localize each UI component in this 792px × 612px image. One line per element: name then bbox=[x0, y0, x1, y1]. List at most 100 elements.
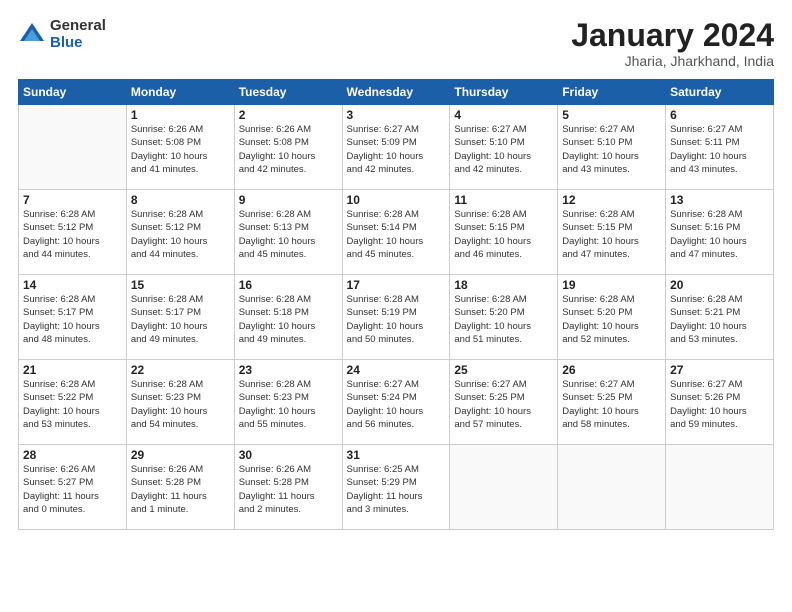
day-number: 31 bbox=[347, 448, 446, 462]
week-row-2: 7 Sunrise: 6:28 AMSunset: 5:12 PMDaylight… bbox=[19, 190, 774, 275]
calendar-cell: 23Sunrise: 6:28 AMSunset: 5:23 PMDayligh… bbox=[234, 360, 342, 445]
calendar-header-row: Sunday Monday Tuesday Wednesday Thursday… bbox=[19, 80, 774, 105]
day-info: Sunrise: 6:28 AMSunset: 5:23 PMDaylight:… bbox=[131, 378, 230, 431]
day-info: Sunrise: 6:28 AMSunset: 5:23 PMDaylight:… bbox=[239, 378, 338, 431]
day-info: Sunrise: 6:28 AMSunset: 5:20 PMDaylight:… bbox=[454, 293, 553, 346]
day-number: 20 bbox=[670, 278, 769, 292]
header-thursday: Thursday bbox=[450, 80, 558, 105]
calendar-cell: 30Sunrise: 6:26 AMSunset: 5:28 PMDayligh… bbox=[234, 445, 342, 530]
day-number: 2 bbox=[239, 108, 338, 122]
calendar-cell: 16Sunrise: 6:28 AMSunset: 5:18 PMDayligh… bbox=[234, 275, 342, 360]
day-info: Sunrise: 6:28 AMSunset: 5:19 PMDaylight:… bbox=[347, 293, 446, 346]
calendar-cell: 4Sunrise: 6:27 AMSunset: 5:10 PMDaylight… bbox=[450, 105, 558, 190]
day-info: Sunrise: 6:27 AMSunset: 5:09 PMDaylight:… bbox=[347, 123, 446, 176]
day-info: Sunrise: 6:27 AMSunset: 5:24 PMDaylight:… bbox=[347, 378, 446, 431]
title-block: January 2024 Jharia, Jharkhand, India bbox=[571, 18, 774, 69]
day-number: 24 bbox=[347, 363, 446, 377]
day-info: Sunrise: 6:28 AMSunset: 5:21 PMDaylight:… bbox=[670, 293, 769, 346]
calendar-cell: 2Sunrise: 6:26 AMSunset: 5:08 PMDaylight… bbox=[234, 105, 342, 190]
day-number: 8 bbox=[131, 193, 230, 207]
calendar-cell: 9Sunrise: 6:28 AMSunset: 5:13 PMDaylight… bbox=[234, 190, 342, 275]
logo-general: General bbox=[50, 18, 106, 35]
day-info: Sunrise: 6:26 AMSunset: 5:08 PMDaylight:… bbox=[239, 123, 338, 176]
header-wednesday: Wednesday bbox=[342, 80, 450, 105]
day-info: Sunrise: 6:27 AMSunset: 5:11 PMDaylight:… bbox=[670, 123, 769, 176]
day-info: Sunrise: 6:28 AMSunset: 5:18 PMDaylight:… bbox=[239, 293, 338, 346]
calendar-cell: 31Sunrise: 6:25 AMSunset: 5:29 PMDayligh… bbox=[342, 445, 450, 530]
calendar-cell: 25Sunrise: 6:27 AMSunset: 5:25 PMDayligh… bbox=[450, 360, 558, 445]
calendar-cell: 14Sunrise: 6:28 AMSunset: 5:17 PMDayligh… bbox=[19, 275, 127, 360]
day-info: Sunrise: 6:26 AMSunset: 5:08 PMDaylight:… bbox=[131, 123, 230, 176]
day-info: Sunrise: 6:27 AMSunset: 5:10 PMDaylight:… bbox=[454, 123, 553, 176]
calendar-table: Sunday Monday Tuesday Wednesday Thursday… bbox=[18, 79, 774, 530]
day-info: Sunrise: 6:27 AMSunset: 5:26 PMDaylight:… bbox=[670, 378, 769, 431]
logo-icon bbox=[18, 21, 46, 49]
calendar-cell: 21Sunrise: 6:28 AMSunset: 5:22 PMDayligh… bbox=[19, 360, 127, 445]
day-number: 21 bbox=[23, 363, 122, 377]
day-number: 30 bbox=[239, 448, 338, 462]
day-number: 28 bbox=[23, 448, 122, 462]
header-tuesday: Tuesday bbox=[234, 80, 342, 105]
calendar-cell bbox=[19, 105, 127, 190]
calendar-cell: 24Sunrise: 6:27 AMSunset: 5:24 PMDayligh… bbox=[342, 360, 450, 445]
logo: General Blue bbox=[18, 18, 106, 51]
calendar-cell: 20Sunrise: 6:28 AMSunset: 5:21 PMDayligh… bbox=[666, 275, 774, 360]
day-number: 4 bbox=[454, 108, 553, 122]
day-number: 23 bbox=[239, 363, 338, 377]
week-row-1: 1Sunrise: 6:26 AMSunset: 5:08 PMDaylight… bbox=[19, 105, 774, 190]
calendar-cell: 22Sunrise: 6:28 AMSunset: 5:23 PMDayligh… bbox=[126, 360, 234, 445]
day-number: 13 bbox=[670, 193, 769, 207]
calendar-cell: 19Sunrise: 6:28 AMSunset: 5:20 PMDayligh… bbox=[558, 275, 666, 360]
day-info: Sunrise: 6:28 AMSunset: 5:17 PMDaylight:… bbox=[23, 293, 122, 346]
day-number: 7 bbox=[23, 193, 122, 207]
header-saturday: Saturday bbox=[666, 80, 774, 105]
day-number: 22 bbox=[131, 363, 230, 377]
calendar-cell: 6Sunrise: 6:27 AMSunset: 5:11 PMDaylight… bbox=[666, 105, 774, 190]
day-number: 5 bbox=[562, 108, 661, 122]
day-info: Sunrise: 6:28 AMSunset: 5:13 PMDaylight:… bbox=[239, 208, 338, 261]
week-row-3: 14Sunrise: 6:28 AMSunset: 5:17 PMDayligh… bbox=[19, 275, 774, 360]
day-info: Sunrise: 6:25 AMSunset: 5:29 PMDaylight:… bbox=[347, 463, 446, 516]
day-number: 14 bbox=[23, 278, 122, 292]
calendar-cell bbox=[666, 445, 774, 530]
week-row-4: 21Sunrise: 6:28 AMSunset: 5:22 PMDayligh… bbox=[19, 360, 774, 445]
day-info: Sunrise: 6:28 AMSunset: 5:14 PMDaylight:… bbox=[347, 208, 446, 261]
calendar-cell: 28Sunrise: 6:26 AMSunset: 5:27 PMDayligh… bbox=[19, 445, 127, 530]
day-info: Sunrise: 6:28 AMSunset: 5:17 PMDaylight:… bbox=[131, 293, 230, 346]
logo-blue: Blue bbox=[50, 35, 106, 52]
header-friday: Friday bbox=[558, 80, 666, 105]
day-info: Sunrise: 6:26 AMSunset: 5:28 PMDaylight:… bbox=[131, 463, 230, 516]
day-info: Sunrise: 6:28 AMSunset: 5:15 PMDaylight:… bbox=[454, 208, 553, 261]
day-number: 6 bbox=[670, 108, 769, 122]
day-info: Sunrise: 6:27 AMSunset: 5:25 PMDaylight:… bbox=[454, 378, 553, 431]
calendar-cell bbox=[450, 445, 558, 530]
calendar-cell: 8Sunrise: 6:28 AMSunset: 5:12 PMDaylight… bbox=[126, 190, 234, 275]
day-number: 26 bbox=[562, 363, 661, 377]
calendar-cell: 26Sunrise: 6:27 AMSunset: 5:25 PMDayligh… bbox=[558, 360, 666, 445]
month-title: January 2024 bbox=[571, 18, 774, 53]
header-monday: Monday bbox=[126, 80, 234, 105]
calendar-cell: 27Sunrise: 6:27 AMSunset: 5:26 PMDayligh… bbox=[666, 360, 774, 445]
calendar-cell: 11Sunrise: 6:28 AMSunset: 5:15 PMDayligh… bbox=[450, 190, 558, 275]
day-info: Sunrise: 6:28 AMSunset: 5:12 PMDaylight:… bbox=[131, 208, 230, 261]
calendar-cell: 12Sunrise: 6:28 AMSunset: 5:15 PMDayligh… bbox=[558, 190, 666, 275]
day-number: 19 bbox=[562, 278, 661, 292]
location-subtitle: Jharia, Jharkhand, India bbox=[571, 53, 774, 69]
calendar-cell: 1Sunrise: 6:26 AMSunset: 5:08 PMDaylight… bbox=[126, 105, 234, 190]
calendar-cell: 29Sunrise: 6:26 AMSunset: 5:28 PMDayligh… bbox=[126, 445, 234, 530]
day-info: Sunrise: 6:26 AMSunset: 5:27 PMDaylight:… bbox=[23, 463, 122, 516]
calendar-cell: 13Sunrise: 6:28 AMSunset: 5:16 PMDayligh… bbox=[666, 190, 774, 275]
day-info: Sunrise: 6:27 AMSunset: 5:25 PMDaylight:… bbox=[562, 378, 661, 431]
calendar-cell: 17Sunrise: 6:28 AMSunset: 5:19 PMDayligh… bbox=[342, 275, 450, 360]
day-number: 27 bbox=[670, 363, 769, 377]
calendar-cell: 5Sunrise: 6:27 AMSunset: 5:10 PMDaylight… bbox=[558, 105, 666, 190]
day-number: 3 bbox=[347, 108, 446, 122]
calendar-cell: 7Sunrise: 6:28 AMSunset: 5:12 PMDaylight… bbox=[19, 190, 127, 275]
day-info: Sunrise: 6:26 AMSunset: 5:28 PMDaylight:… bbox=[239, 463, 338, 516]
calendar-cell: 10Sunrise: 6:28 AMSunset: 5:14 PMDayligh… bbox=[342, 190, 450, 275]
day-info: Sunrise: 6:28 AMSunset: 5:22 PMDaylight:… bbox=[23, 378, 122, 431]
day-number: 29 bbox=[131, 448, 230, 462]
calendar-cell: 15Sunrise: 6:28 AMSunset: 5:17 PMDayligh… bbox=[126, 275, 234, 360]
page-header: General Blue January 2024 Jharia, Jharkh… bbox=[18, 18, 774, 69]
day-number: 1 bbox=[131, 108, 230, 122]
